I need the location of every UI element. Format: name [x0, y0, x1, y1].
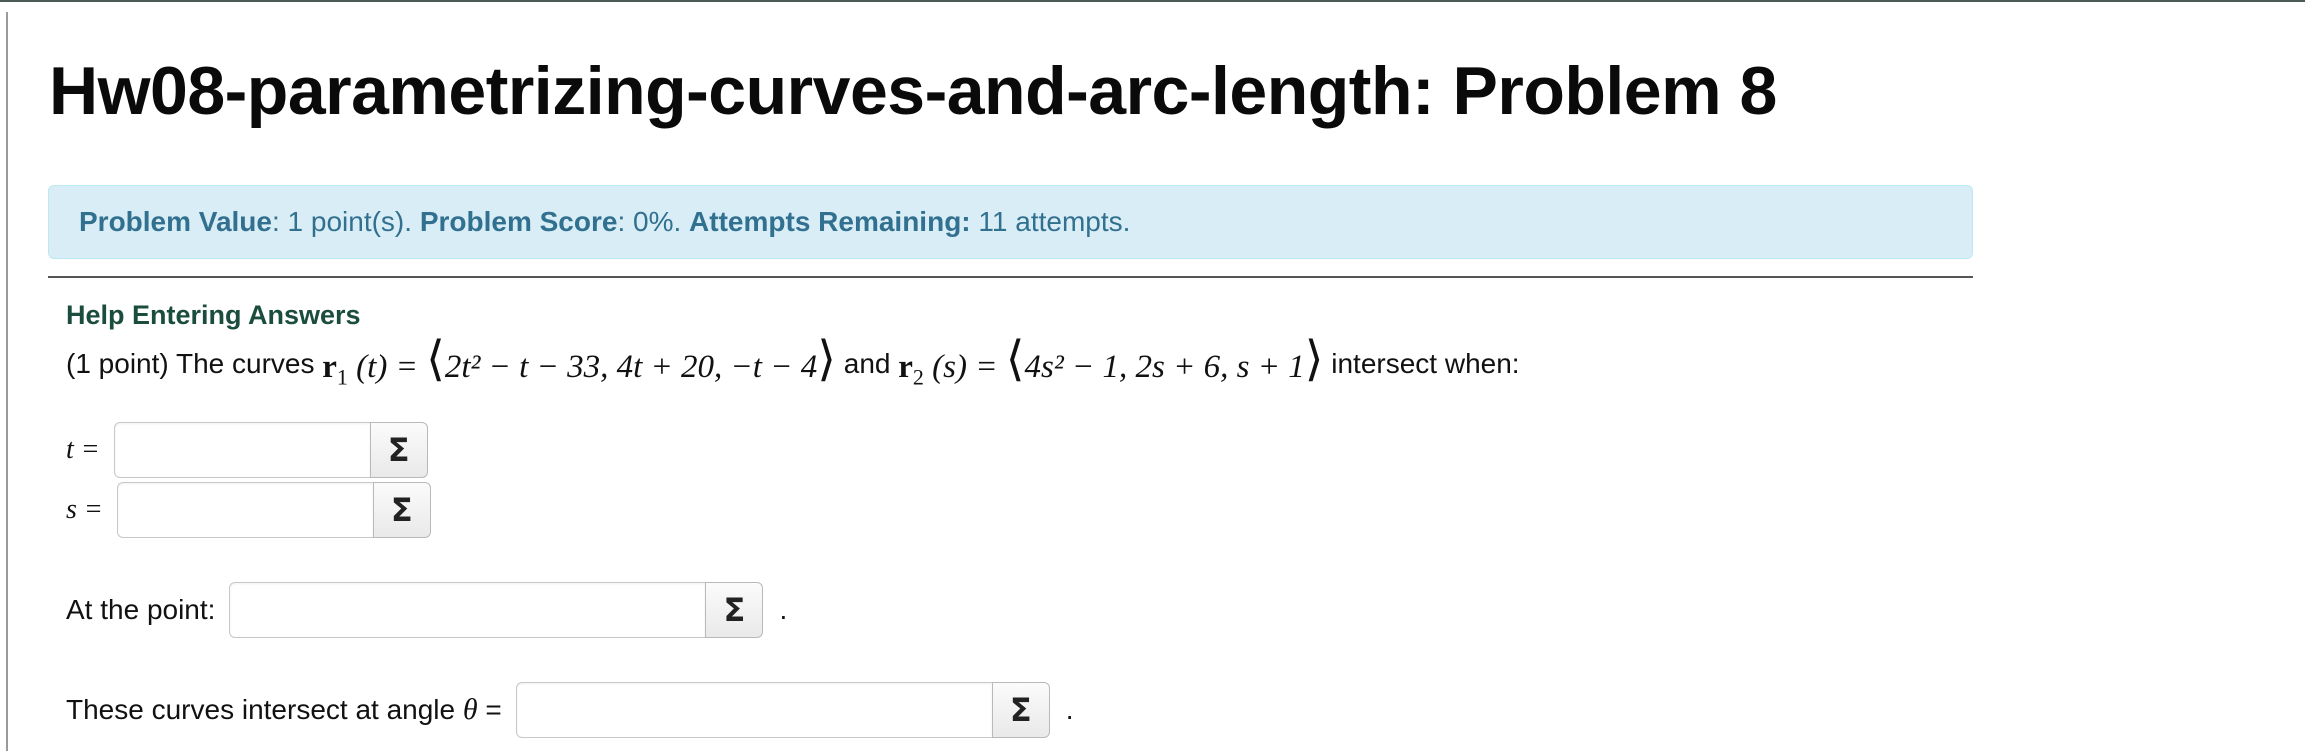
problem-outro: intersect when:: [1323, 348, 1520, 380]
sigma-icon: Σ: [387, 431, 410, 469]
t-equation-editor-button[interactable]: Σ: [369, 422, 428, 478]
t-label: t =: [66, 434, 100, 465]
t-input[interactable]: [113, 422, 370, 478]
r2-symbol: r: [898, 349, 913, 385]
problem-value-text: : 1 point(s).: [271, 206, 420, 237]
s-answer-row: s = Σ: [66, 482, 431, 538]
r1-left-angle: ⟨: [426, 333, 445, 386]
r2-components: 4s² − 1, 2s + 6, s + 1: [1024, 349, 1305, 385]
point-label: At the point:: [66, 594, 216, 625]
r1-expression: r1 (t) = ⟨2t² − t − 33, 4t + 20, −t − 4⟩: [322, 336, 836, 391]
r1-right-angle: ⟩: [817, 333, 836, 386]
page-title: Hw08-parametrizing-curves-and-arc-length…: [49, 53, 1777, 129]
r2-argument: (s) =: [923, 349, 1006, 385]
r1-symbol: r: [322, 349, 337, 385]
s-equation-editor-button[interactable]: Σ: [372, 482, 431, 538]
problem-score-text: : 0%.: [617, 206, 690, 237]
problem-score-label: Problem Score: [419, 206, 618, 237]
problem-and: and: [835, 348, 899, 380]
left-border: [6, 12, 8, 751]
s-label: s =: [66, 494, 103, 525]
problem-value-label: Problem Value: [79, 206, 272, 237]
angle-label: These curves intersect at angle θ =: [66, 693, 502, 726]
r1-components: 2t² − t − 33, 4t + 20, −t − 4: [444, 349, 818, 385]
t-answer-row: t = Σ: [66, 422, 428, 478]
attempts-remaining-label: Attempts Remaining:: [689, 206, 971, 237]
problem-intro: (1 point) The curves: [66, 348, 323, 380]
s-input[interactable]: [116, 482, 373, 538]
problem-info-box: Problem Value: 1 point(s). Problem Score…: [48, 185, 1973, 259]
r1-argument: (t) =: [347, 349, 427, 385]
angle-answer-row: These curves intersect at angle θ = Σ .: [66, 682, 1074, 738]
r2-subscript: 2: [912, 364, 924, 390]
r2-expression: r2 (s) = ⟨4s² − 1, 2s + 6, s + 1⟩: [898, 336, 1323, 391]
top-border: [0, 0, 2305, 2]
angle-equation-editor-button[interactable]: Σ: [991, 682, 1050, 738]
sigma-icon: Σ: [1009, 691, 1032, 729]
angle-period: .: [1065, 694, 1074, 725]
attempts-remaining-text: 11 attempts.: [970, 206, 1131, 237]
point-answer-row: At the point: Σ .: [66, 582, 787, 638]
angle-input[interactable]: [515, 682, 992, 738]
r1-subscript: 1: [336, 364, 348, 390]
point-input[interactable]: [229, 582, 706, 638]
sigma-icon: Σ: [390, 491, 413, 529]
point-period: .: [779, 594, 788, 625]
r2-right-angle: ⟩: [1304, 333, 1324, 386]
r2-left-angle: ⟨: [1005, 333, 1025, 386]
point-equation-editor-button[interactable]: Σ: [705, 582, 764, 638]
divider: [48, 276, 1973, 278]
help-entering-answers-link[interactable]: Help Entering Answers: [66, 300, 361, 331]
problem-statement: (1 point) The curves r1 (t) = ⟨2t² − t −…: [66, 336, 1520, 391]
sigma-icon: Σ: [723, 591, 746, 629]
